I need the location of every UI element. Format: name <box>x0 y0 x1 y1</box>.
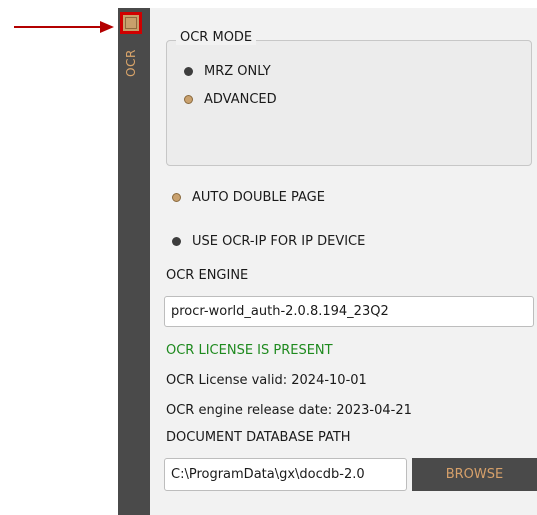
ocr-mode-legend: OCR MODE <box>176 30 257 45</box>
license-status: OCR LICENSE IS PRESENT <box>166 343 333 358</box>
docdb-path-field[interactable]: C:\ProgramData\gx\docdb-2.0 <box>164 458 407 491</box>
radio-dot-icon <box>184 95 193 104</box>
ocr-engine-field[interactable]: procr-world_auth-2.0.8.194_23Q2 <box>164 296 534 327</box>
docdb-path-label: DOCUMENT DATABASE PATH <box>166 430 351 445</box>
ocr-engine-label: OCR ENGINE <box>166 268 249 283</box>
annotation-arrow-head <box>100 21 114 33</box>
browse-button[interactable]: BROWSE <box>412 458 537 491</box>
option-label: AUTO DOUBLE PAGE <box>192 190 325 205</box>
toggle-dot-icon <box>172 193 181 202</box>
docdb-path-value: C:\ProgramData\gx\docdb-2.0 <box>171 467 365 482</box>
engine-release-date: OCR engine release date: 2023-04-21 <box>166 403 412 418</box>
radio-advanced[interactable]: ADVANCED <box>184 92 277 107</box>
ocr-engine-value: procr-world_auth-2.0.8.194_23Q2 <box>171 304 389 319</box>
option-label: USE OCR-IP FOR IP DEVICE <box>192 234 366 249</box>
sidebar-tab-label: OCR <box>124 49 139 77</box>
annotation-arrow-line <box>14 26 104 28</box>
sidebar-tab-ocr[interactable]: OCR <box>120 43 142 83</box>
checkbox-use-ocr-ip[interactable]: USE OCR-IP FOR IP DEVICE <box>172 234 365 249</box>
square-icon <box>125 17 137 29</box>
panel-toggle-button[interactable] <box>120 12 142 34</box>
radio-mrz-only[interactable]: MRZ ONLY <box>184 64 271 79</box>
radio-label: ADVANCED <box>204 92 277 107</box>
radio-label: MRZ ONLY <box>204 64 271 79</box>
sidebar <box>118 8 150 515</box>
toggle-dot-icon <box>172 237 181 246</box>
license-valid-date: OCR License valid: 2024-10-01 <box>166 373 367 388</box>
radio-dot-icon <box>184 67 193 76</box>
checkbox-auto-double-page[interactable]: AUTO DOUBLE PAGE <box>172 190 325 205</box>
